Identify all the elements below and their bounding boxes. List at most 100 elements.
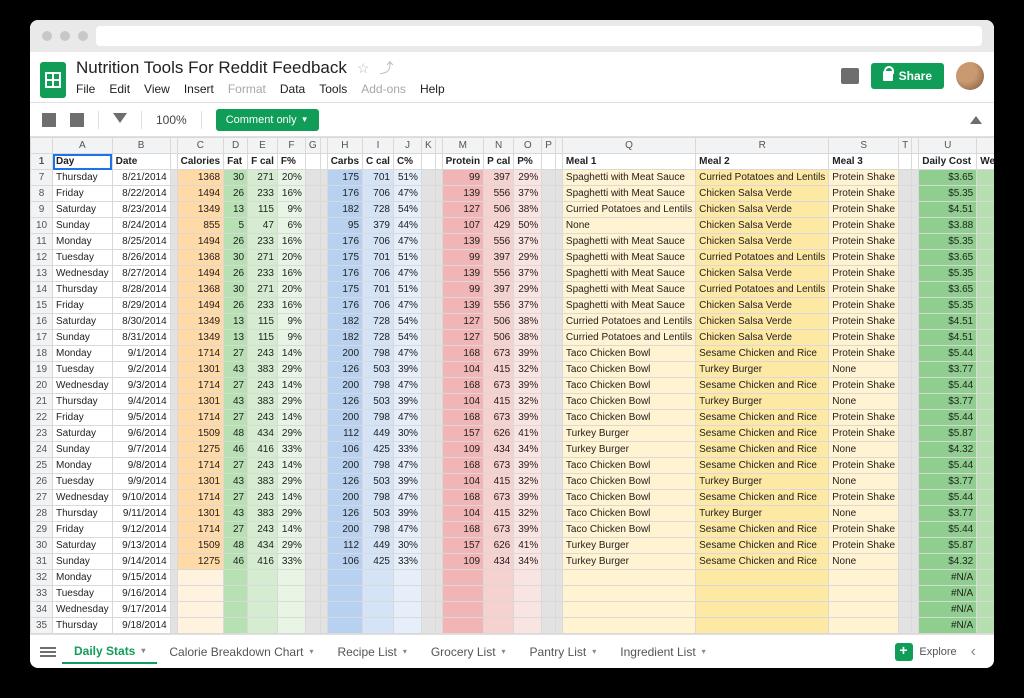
comment-only-label: Comment only: [226, 114, 297, 126]
table-row: 34Wednesday9/17/2014#N/A: [31, 602, 995, 618]
gap[interactable]: [542, 154, 556, 170]
header-daily-cost[interactable]: Daily Cost: [919, 154, 977, 170]
table-row: 17Sunday8/31/20141349131159%18272854%127…: [31, 330, 995, 346]
col-header-S[interactable]: S: [829, 138, 899, 154]
gap[interactable]: [320, 154, 327, 170]
traffic-min-icon[interactable]: [60, 31, 70, 41]
col-header-M[interactable]: M: [442, 138, 483, 154]
col-header-P[interactable]: P: [542, 138, 556, 154]
tab-calorie-breakdown-chart[interactable]: Calorie Breakdown Chart▾: [157, 638, 325, 666]
paint-icon[interactable]: [70, 113, 84, 127]
table-row: 23Saturday9/6/201415094843429%11244930%1…: [31, 426, 995, 442]
menubar: File Edit View Insert Format Data Tools Add-ons…: [76, 78, 831, 102]
col-header-F[interactable]: F: [277, 138, 305, 154]
col-header-K[interactable]: K: [421, 138, 435, 154]
zoom-level[interactable]: 100%: [156, 113, 187, 127]
menu-edit[interactable]: Edit: [109, 82, 130, 96]
header-meal-1[interactable]: Meal 1: [562, 154, 695, 170]
header-p%[interactable]: P%: [514, 154, 542, 170]
tab-daily-stats[interactable]: Daily Stats▾: [62, 638, 157, 666]
header-c-cal[interactable]: C cal: [363, 154, 394, 170]
menu-format[interactable]: Format: [228, 82, 266, 96]
gap[interactable]: [305, 154, 320, 170]
filter-icon[interactable]: [113, 113, 127, 127]
table-row: 29Friday9/12/201417142724314%20079847%16…: [31, 522, 995, 538]
header-meal-3[interactable]: Meal 3: [829, 154, 899, 170]
traffic-close-icon[interactable]: [42, 31, 52, 41]
col-header-I[interactable]: I: [363, 138, 394, 154]
menu-add-ons[interactable]: Add-ons: [361, 82, 406, 96]
header-fat[interactable]: Fat: [224, 154, 248, 170]
tab-recipe-list[interactable]: Recipe List▾: [325, 638, 418, 666]
menu-help[interactable]: Help: [420, 82, 445, 96]
header-date[interactable]: Date: [112, 154, 170, 170]
table-row: 22Friday9/5/201417142724314%20079847%168…: [31, 410, 995, 426]
table-row: 13Wednesday8/27/201414942623316%17670647…: [31, 266, 995, 282]
tab-grocery-list[interactable]: Grocery List▾: [419, 638, 518, 666]
spreadsheet-grid[interactable]: ABCDEFGHIJKMNOPQRSTUVWX 1DayDateCalories…: [30, 137, 994, 634]
col-header-T[interactable]: T: [899, 138, 912, 154]
table-row: 27Wednesday9/10/201417142724314%20079847…: [31, 490, 995, 506]
header-f%[interactable]: F%: [277, 154, 305, 170]
gap[interactable]: [899, 154, 912, 170]
menu-view[interactable]: View: [144, 82, 170, 96]
traffic-max-icon[interactable]: [78, 31, 88, 41]
menu-tools[interactable]: Tools: [319, 82, 347, 96]
explore-button[interactable]: Explore: [895, 643, 956, 661]
header-c%[interactable]: C%: [393, 154, 421, 170]
table-row: 14Thursday8/28/201413683027120%17570151%…: [31, 282, 995, 298]
gap[interactable]: [555, 154, 562, 170]
gap[interactable]: [170, 154, 177, 170]
comments-icon[interactable]: [841, 68, 859, 84]
doc-header: Nutrition Tools For Reddit Feedback ☆ ⤴ …: [30, 52, 994, 103]
collapse-toolbar-icon[interactable]: [970, 116, 982, 124]
comment-only-button[interactable]: Comment only ▼: [216, 109, 319, 131]
all-sheets-icon[interactable]: [40, 647, 56, 657]
sheets-logo-icon[interactable]: [40, 62, 66, 98]
header-meal-2[interactable]: Meal 2: [696, 154, 829, 170]
menu-data[interactable]: Data: [280, 82, 305, 96]
col-header-N[interactable]: N: [484, 138, 514, 154]
header-day[interactable]: Day: [53, 154, 113, 170]
col-header-V[interactable]: V: [977, 138, 994, 154]
sheet-nav-left-icon[interactable]: ‹: [963, 643, 984, 661]
header-protein[interactable]: Protein: [442, 154, 483, 170]
avatar[interactable]: [956, 62, 984, 90]
col-header-D[interactable]: D: [224, 138, 248, 154]
col-header-O[interactable]: O: [514, 138, 542, 154]
col-header-B[interactable]: B: [112, 138, 170, 154]
col-header-A[interactable]: A: [53, 138, 113, 154]
col-header-G[interactable]: G: [305, 138, 320, 154]
print-icon[interactable]: [42, 113, 56, 127]
menu-insert[interactable]: Insert: [184, 82, 214, 96]
header-p-cal[interactable]: P cal: [484, 154, 514, 170]
share-button[interactable]: Share: [871, 63, 944, 89]
col-header-R[interactable]: R: [696, 138, 829, 154]
col-header-U[interactable]: U: [919, 138, 977, 154]
col-header-J[interactable]: J: [393, 138, 421, 154]
tab-pantry-list[interactable]: Pantry List▾: [518, 638, 609, 666]
col-header-H[interactable]: H: [327, 138, 362, 154]
table-row: 8Friday8/22/201414942623316%17670647%139…: [31, 186, 995, 202]
gap[interactable]: [421, 154, 435, 170]
table-row: 33Tuesday9/16/2014#N/A: [31, 586, 995, 602]
col-header-E[interactable]: E: [248, 138, 278, 154]
gap[interactable]: [912, 154, 919, 170]
table-row: 19Tuesday9/2/201413014338329%12650339%10…: [31, 362, 995, 378]
doc-title[interactable]: Nutrition Tools For Reddit Feedback: [76, 58, 347, 78]
gap[interactable]: 1: [31, 154, 53, 170]
col-header-C[interactable]: C: [177, 138, 223, 154]
col-header-Q[interactable]: Q: [562, 138, 695, 154]
chevron-down-icon: ▾: [592, 647, 596, 656]
tab-ingredient-list[interactable]: Ingredient List▾: [608, 638, 717, 666]
gap[interactable]: [435, 154, 442, 170]
menu-file[interactable]: File: [76, 82, 95, 96]
header-calories[interactable]: Calories: [177, 154, 223, 170]
header-weekly-cost[interactable]: Weekly Cost: [977, 154, 994, 170]
move-icon[interactable]: ⤴: [379, 58, 393, 78]
header-f-cal[interactable]: F cal: [248, 154, 278, 170]
header-carbs[interactable]: Carbs: [327, 154, 362, 170]
chevron-down-icon: ▾: [702, 647, 706, 656]
url-bar[interactable]: [96, 26, 982, 46]
star-icon[interactable]: ☆: [357, 60, 370, 77]
